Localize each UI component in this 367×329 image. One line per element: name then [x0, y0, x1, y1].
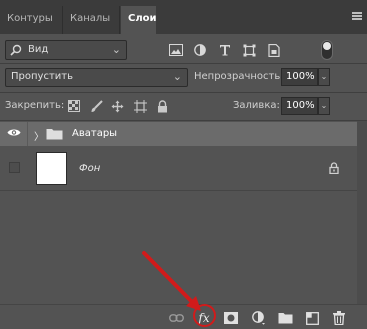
annotation-arrow: [142, 251, 201, 311]
